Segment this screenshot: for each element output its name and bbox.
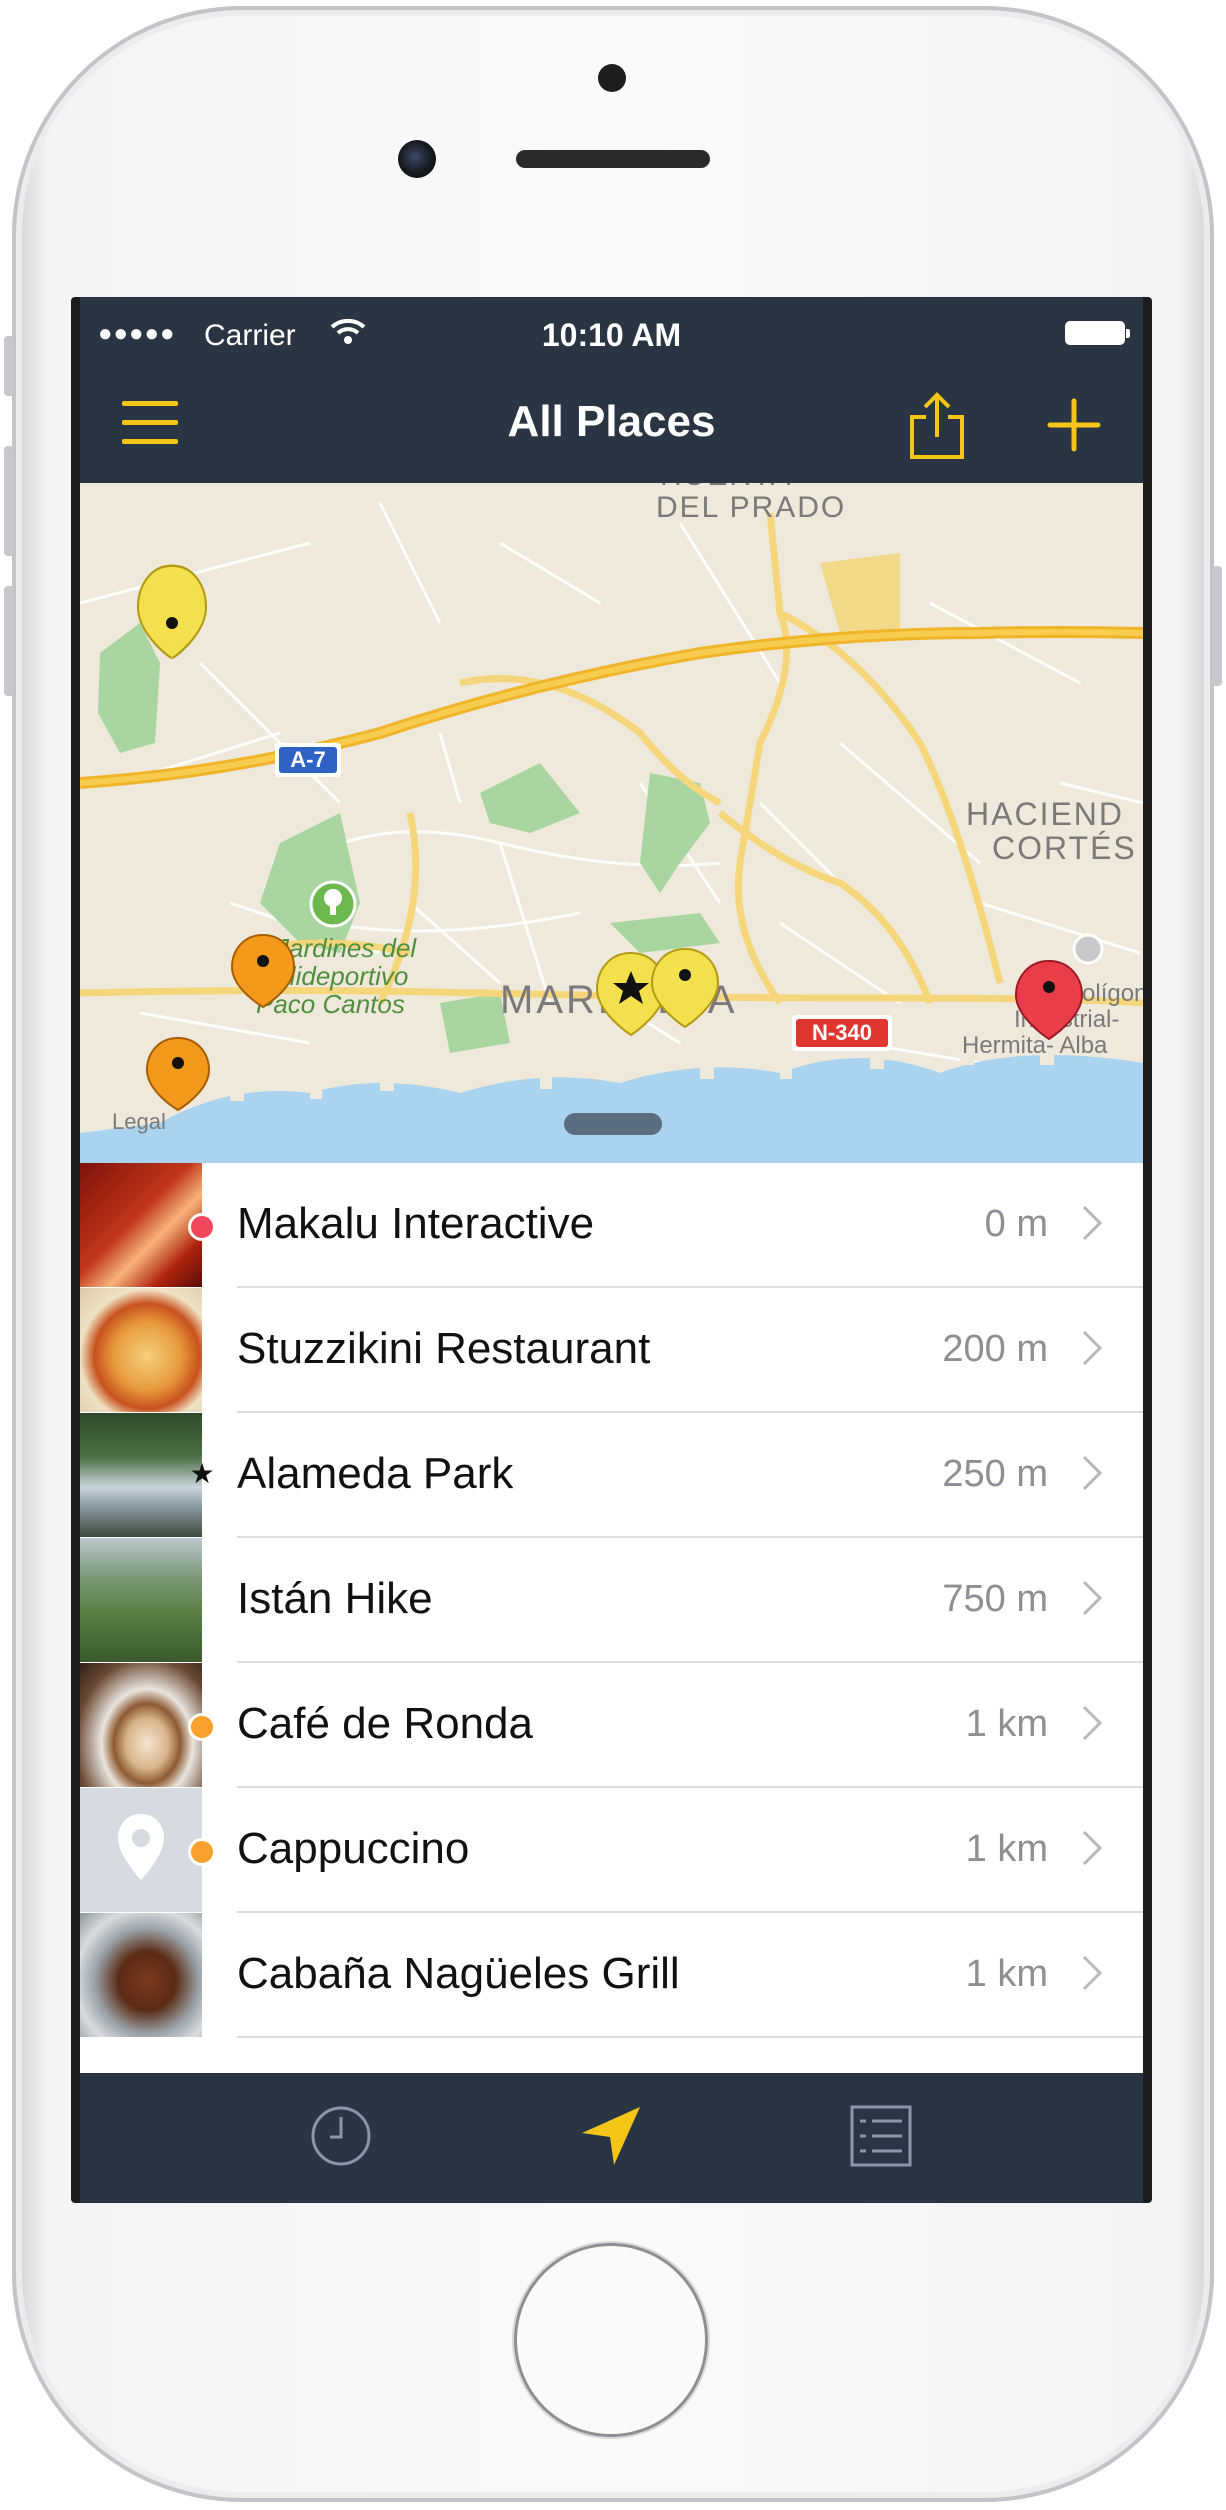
place-distance: 1 km	[965, 1828, 1048, 1870]
proximity-sensor	[598, 64, 626, 92]
chevron-right-icon	[1082, 1580, 1103, 1616]
place-distance: 750 m	[942, 1578, 1048, 1620]
place-distance: 1 km	[965, 1953, 1048, 1995]
list-item[interactable]: Stuzzikini Restaurant 200 m	[80, 1288, 1143, 1413]
place-name: Alameda Park	[237, 1449, 514, 1498]
place-thumbnail	[80, 1538, 202, 1662]
category-dot-red	[188, 1213, 216, 1241]
tab-bar	[80, 2073, 1143, 2203]
volume-down-button	[4, 586, 14, 696]
navigation-bar: All Places	[80, 367, 1143, 483]
add-place-button[interactable]	[1046, 397, 1102, 453]
power-button	[1212, 566, 1222, 686]
map-label-hermita: Hermita- Alba	[962, 1032, 1108, 1059]
map-pin-orange-2[interactable]	[145, 1036, 211, 1112]
app-display: ●●●●● Carrier 10:10 AM All Places A-7 N-…	[80, 297, 1143, 2203]
list-item[interactable]: Istán Hike 750 m	[80, 1538, 1143, 1663]
list-item[interactable]: Café de Ronda 1 km	[80, 1663, 1143, 1788]
status-time: 10:10 AM	[541, 317, 682, 353]
map-drag-handle[interactable]	[564, 1113, 662, 1135]
place-name: Cappuccino	[237, 1824, 470, 1873]
place-name: Cabaña Nagüeles Grill	[237, 1949, 680, 1998]
category-dot-orange	[188, 1838, 216, 1866]
earpiece-speaker	[516, 150, 710, 168]
screen: ●●●●● Carrier 10:10 AM All Places A-7 N-…	[71, 297, 1152, 2203]
place-name: Café de Ronda	[237, 1699, 533, 1748]
row-separator	[237, 2036, 1143, 2038]
map-canvas: A-7 N-340 HUERTA DEL PRADO HACIEND CORTÉ…	[80, 483, 1143, 1163]
volume-up-button	[4, 446, 14, 556]
place-name: Stuzzikini Restaurant	[237, 1324, 651, 1373]
status-bar: ●●●●● Carrier 10:10 AM	[80, 297, 1143, 367]
place-distance: 1 km	[965, 1703, 1048, 1745]
map-label-del-prado: DEL PRADO	[656, 491, 846, 524]
map-view[interactable]: A-7 N-340 HUERTA DEL PRADO HACIEND CORTÉ…	[80, 483, 1143, 1163]
place-distance: 200 m	[942, 1328, 1048, 1370]
place-name: Istán Hike	[237, 1574, 433, 1623]
place-distance: 0 m	[984, 1203, 1048, 1245]
list-item[interactable]: Cabaña Nagüeles Grill 1 km	[80, 1913, 1143, 2038]
place-thumbnail	[80, 1163, 202, 1287]
map-label-jardines: Jardines del	[275, 933, 417, 963]
chevron-right-icon	[1082, 1330, 1103, 1366]
clock-icon[interactable]	[306, 2101, 376, 2171]
page-title: All Places	[507, 397, 716, 446]
chevron-right-icon	[1082, 1205, 1103, 1241]
location-pin-icon	[118, 1814, 164, 1880]
place-thumbnail	[80, 1663, 202, 1787]
chevron-right-icon	[1082, 1455, 1103, 1491]
list-icon[interactable]	[846, 2101, 916, 2171]
chevron-right-icon	[1082, 1705, 1103, 1741]
map-label-cortes: CORTÉS	[992, 830, 1137, 866]
list-item[interactable]: Cappuccino 1 km	[80, 1788, 1143, 1913]
chevron-right-icon	[1082, 1955, 1103, 1991]
place-thumbnail	[80, 1413, 202, 1537]
location-arrow-icon[interactable]	[576, 2101, 646, 2171]
place-thumbnail	[80, 1913, 202, 2037]
list-item[interactable]: Makalu Interactive 0 m	[80, 1163, 1143, 1288]
places-list: Makalu Interactive 0 m Stuzzikini Restau…	[80, 1163, 1143, 2063]
place-name: Makalu Interactive	[237, 1199, 595, 1248]
road-n340-label: N-340	[812, 1020, 872, 1045]
home-button[interactable]	[514, 2243, 708, 2437]
chevron-right-icon	[1082, 1830, 1103, 1866]
favorite-star-icon: ★	[189, 1458, 215, 1489]
place-thumbnail	[80, 1788, 202, 1912]
mute-switch	[4, 336, 14, 396]
category-dot-orange	[188, 1713, 216, 1741]
place-distance: 250 m	[942, 1453, 1048, 1495]
map-legal-link[interactable]: Legal	[112, 1109, 166, 1134]
map-label-hacienda: HACIEND	[966, 796, 1124, 832]
grey-poi-icon[interactable]	[1072, 933, 1104, 965]
road-a7-label: A-7	[290, 747, 325, 772]
share-icon[interactable]	[906, 391, 968, 461]
list-item[interactable]: ★ Alameda Park 250 m	[80, 1413, 1143, 1538]
front-camera	[398, 140, 436, 178]
place-thumbnail	[80, 1288, 202, 1412]
battery-icon	[1065, 321, 1130, 345]
